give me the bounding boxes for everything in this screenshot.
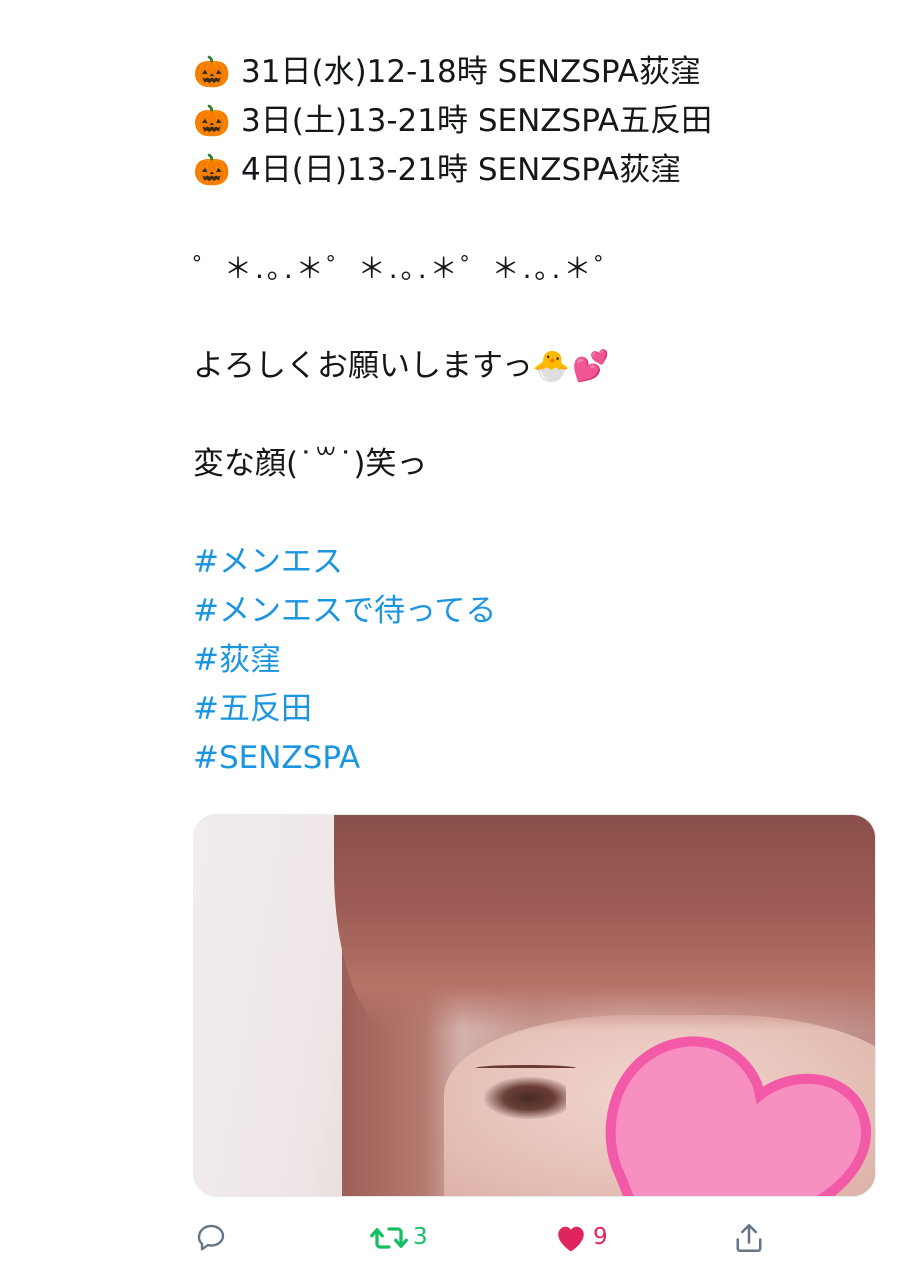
retweet-button[interactable]: 3: [369, 1215, 428, 1260]
share-button[interactable]: [731, 1215, 771, 1260]
tweet-text: 🎃 31日(水)12-18時 SENZSPA荻窪 🎃 3日(土)13-21時 S…: [193, 48, 893, 783]
schedule-line: 🎃 31日(水)12-18時 SENZSPA荻窪: [193, 48, 893, 97]
tweet-photo[interactable]: [193, 814, 876, 1197]
reply-button[interactable]: [193, 1215, 233, 1260]
schedule-line: 🎃 3日(土)13-21時 SENZSPA五反田: [193, 97, 893, 146]
like-count: 9: [593, 1224, 608, 1250]
jack-o-lantern-icon: 🎃: [193, 54, 231, 90]
share-icon: [736, 1223, 762, 1252]
retweet-icon: [370, 1226, 408, 1249]
heart-sticker-icon: [605, 1036, 871, 1196]
decorative-sparkle-line: ゜＊.｡.＊゜＊.｡.＊゜＊.｡.＊゜: [193, 252, 626, 285]
hashtag-link[interactable]: #五反田: [193, 685, 893, 734]
jack-o-lantern-icon: 🎃: [193, 103, 231, 139]
reply-icon: [197, 1224, 225, 1250]
photo-bangs: [334, 815, 875, 1030]
heart-icon: [558, 1226, 584, 1251]
schedule-text: 31日(水)12-18時 SENZSPA荻窪: [241, 54, 701, 90]
schedule-line: 🎃 4日(日)13-21時 SENZSPA荻窪: [193, 146, 893, 195]
retweet-count: 3: [413, 1224, 428, 1250]
tweet-action-bar: 3 9: [193, 1215, 783, 1260]
schedule-text: 4日(日)13-21時 SENZSPA荻窪: [241, 152, 682, 188]
photo-eyelid: [476, 1065, 576, 1071]
jack-o-lantern-icon: 🎃: [193, 152, 231, 188]
schedule-text: 3日(土)13-21時 SENZSPA五反田: [241, 103, 713, 139]
face-caption: 変な顔(˙꒳˙)笑っ: [193, 446, 428, 482]
hatching-chick-icon: 🐣: [532, 348, 571, 384]
greeting-line: よろしくお願いしますっ 🐣 💕: [193, 342, 893, 391]
hashtag-link[interactable]: #メンエス: [193, 538, 893, 587]
hashtag-link[interactable]: #SENZSPA: [193, 734, 893, 783]
hashtag-link[interactable]: #メンエスで待ってる: [193, 587, 893, 636]
greeting-text: よろしくお願いしますっ: [193, 348, 533, 384]
hashtag-link[interactable]: #荻窪: [193, 636, 893, 685]
like-button[interactable]: 9: [553, 1215, 608, 1260]
photo-eye: [484, 1077, 566, 1119]
two-hearts-icon: 💕: [572, 348, 610, 384]
